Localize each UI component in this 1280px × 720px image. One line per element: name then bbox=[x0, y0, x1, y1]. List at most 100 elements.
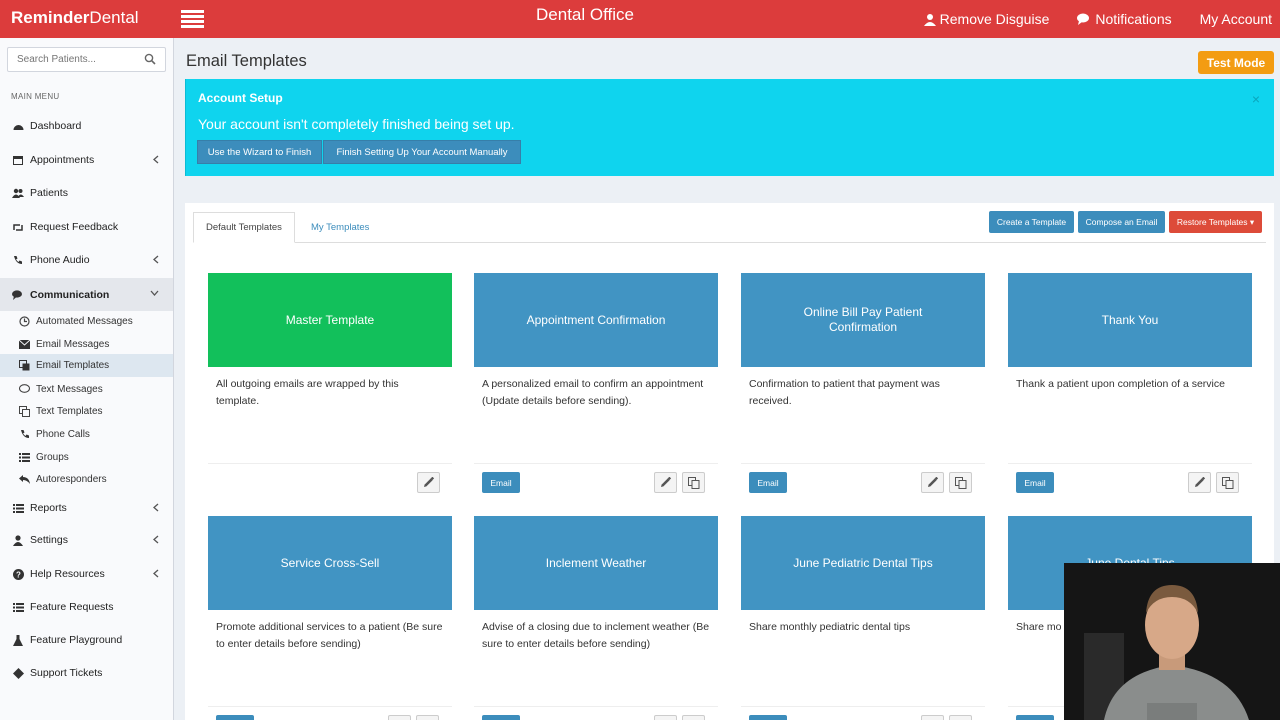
duplicate-template-button[interactable] bbox=[682, 715, 705, 720]
sidebar-item-feature-playground[interactable]: Feature Playground bbox=[0, 625, 173, 655]
copy-icon bbox=[954, 476, 966, 489]
sidebar-item-support-tickets[interactable]: Support Tickets bbox=[0, 658, 173, 688]
sidebar-item-reports[interactable]: Reports bbox=[0, 493, 173, 523]
template-card-title[interactable]: Master Template bbox=[208, 273, 452, 367]
patient-search bbox=[7, 47, 166, 72]
email-button[interactable]: Email bbox=[749, 472, 787, 493]
sidebar-item-feature-requests[interactable]: Feature Requests bbox=[0, 592, 173, 622]
chevron-left-icon bbox=[153, 155, 159, 164]
restore-templates-button[interactable]: Restore Templates ▾ bbox=[1169, 211, 1262, 233]
template-card-footer: Email bbox=[741, 706, 985, 720]
duplicate-template-button[interactable] bbox=[1216, 472, 1239, 493]
sidebar-subitem-label: Text Templates bbox=[36, 405, 103, 417]
email-button[interactable]: Email bbox=[1016, 472, 1054, 493]
pencil-icon bbox=[424, 477, 434, 487]
edit-template-button[interactable] bbox=[1188, 472, 1211, 493]
account-setup-message: Your account isn't completely finished b… bbox=[198, 116, 515, 132]
sidebar-subitem-automated-messages[interactable]: Automated Messages bbox=[0, 310, 173, 332]
sidebar-item-label: Reports bbox=[30, 502, 67, 514]
sidebar-subitem-label: Email Messages bbox=[36, 338, 110, 350]
close-icon[interactable]: × bbox=[1252, 91, 1260, 107]
page-title: Email Templates bbox=[186, 52, 307, 70]
sidebar-item-dashboard[interactable]: Dashboard bbox=[0, 111, 173, 141]
sidebar-item-settings[interactable]: Settings bbox=[0, 525, 173, 555]
sidebar-subitem-phone-calls[interactable]: Phone Calls bbox=[0, 423, 173, 445]
edit-template-button[interactable] bbox=[921, 715, 944, 720]
sidebar-subitem-autoresponders[interactable]: Autoresponders bbox=[0, 468, 173, 490]
search-input[interactable] bbox=[8, 48, 138, 71]
tab-default-templates[interactable]: Default Templates bbox=[193, 212, 295, 243]
pencil-icon bbox=[661, 477, 671, 487]
sidebar-subitem-label: Email Templates bbox=[36, 360, 110, 371]
compose-email-button[interactable]: Compose an Email bbox=[1078, 211, 1165, 233]
sidebar-item-request-feedback[interactable]: Request Feedback bbox=[0, 212, 173, 242]
sidebar-item-help-resources[interactable]: ? Help Resources bbox=[0, 559, 173, 589]
chevron-down-icon bbox=[150, 290, 159, 296]
sidebar-subitem-label: Autoresponders bbox=[36, 473, 107, 485]
search-icon[interactable] bbox=[144, 53, 156, 65]
sidebar-subitem-groups[interactable]: Groups bbox=[0, 446, 173, 468]
copy-icon bbox=[19, 360, 30, 371]
chevron-left-icon bbox=[153, 569, 159, 578]
edit-template-button[interactable] bbox=[921, 472, 944, 493]
sidebar-subitem-email-messages[interactable]: Email Messages bbox=[0, 333, 173, 355]
retweet-icon bbox=[12, 221, 24, 233]
edit-template-button[interactable] bbox=[654, 715, 677, 720]
sidebar-subitem-text-messages[interactable]: Text Messages bbox=[0, 378, 173, 400]
duplicate-template-button[interactable] bbox=[949, 715, 972, 720]
edit-template-button[interactable] bbox=[417, 472, 440, 493]
template-card-description: Advise of a closing due to inclement wea… bbox=[482, 621, 710, 650]
template-card: Inclement Weather Advise of a closing due… bbox=[474, 516, 718, 720]
chevron-left-icon bbox=[153, 535, 159, 544]
email-button[interactable]: Email bbox=[482, 472, 520, 493]
create-template-button[interactable]: Create a Template bbox=[989, 211, 1074, 233]
sidebar-item-appointments[interactable]: Appointments bbox=[0, 145, 173, 175]
edit-template-button[interactable] bbox=[388, 715, 411, 720]
sidebar-item-communication[interactable]: Communication bbox=[0, 278, 173, 311]
sidebar-item-phone-audio[interactable]: Phone Audio bbox=[0, 245, 173, 275]
sidebar-item-label: Settings bbox=[30, 534, 68, 546]
template-card-footer: Email bbox=[741, 463, 985, 501]
duplicate-template-button[interactable] bbox=[682, 472, 705, 493]
sidebar-item-patients[interactable]: Patients bbox=[0, 178, 173, 208]
template-card-title[interactable]: Appointment Confirmation bbox=[474, 273, 718, 367]
template-card-title[interactable]: Online Bill Pay Patient Confirmation bbox=[741, 273, 985, 367]
template-card-footer: Email bbox=[1008, 463, 1252, 501]
template-card-title[interactable]: Service Cross-Sell bbox=[208, 516, 452, 610]
sidebar-subitem-email-templates[interactable]: Email Templates bbox=[0, 354, 173, 377]
email-button[interactable]: Email bbox=[749, 715, 787, 720]
users-icon bbox=[12, 187, 24, 199]
template-card: Online Bill Pay Patient Confirmation Conf… bbox=[741, 273, 985, 493]
email-button[interactable]: Email bbox=[216, 715, 254, 720]
sidebar-item-label: Support Tickets bbox=[30, 667, 103, 679]
email-button[interactable]: Email bbox=[482, 715, 520, 720]
duplicate-template-button[interactable] bbox=[416, 715, 439, 720]
sidebar-item-label: Help Resources bbox=[30, 568, 105, 580]
remove-disguise-link[interactable]: Remove Disguise bbox=[923, 11, 1049, 27]
tab-my-templates[interactable]: My Templates bbox=[299, 212, 381, 243]
email-button[interactable]: Email bbox=[1016, 715, 1054, 720]
notifications-label: Notifications bbox=[1095, 11, 1172, 27]
phone-icon bbox=[12, 254, 24, 266]
webcam-overlay bbox=[1064, 563, 1280, 720]
comments-icon bbox=[1077, 13, 1090, 25]
copy-icon bbox=[1221, 476, 1233, 489]
template-card-footer: Email bbox=[474, 463, 718, 501]
sidebar-subitem-text-templates[interactable]: Text Templates bbox=[0, 400, 173, 422]
manual-setup-button[interactable]: Finish Setting Up Your Account Manually bbox=[323, 140, 521, 164]
account-setup-title: Account Setup bbox=[198, 91, 283, 105]
template-card-title[interactable]: Inclement Weather bbox=[474, 516, 718, 610]
wizard-button[interactable]: Use the Wizard to Finish bbox=[197, 140, 322, 164]
notifications-link[interactable]: Notifications bbox=[1077, 11, 1172, 27]
template-card-description: Confirmation to patient that payment was… bbox=[749, 378, 940, 407]
comments-icon bbox=[12, 289, 24, 301]
test-mode-button[interactable]: Test Mode bbox=[1198, 51, 1274, 74]
my-account-link[interactable]: My Account bbox=[1200, 11, 1272, 27]
sidebar-item-label: Feature Requests bbox=[30, 601, 114, 613]
template-card-title[interactable]: June Pediatric Dental Tips bbox=[741, 516, 985, 610]
edit-template-button[interactable] bbox=[654, 472, 677, 493]
flask-icon bbox=[12, 634, 24, 646]
sidebar-item-label: Feature Playground bbox=[30, 634, 123, 646]
template-card-title[interactable]: Thank You bbox=[1008, 273, 1252, 367]
duplicate-template-button[interactable] bbox=[949, 472, 972, 493]
